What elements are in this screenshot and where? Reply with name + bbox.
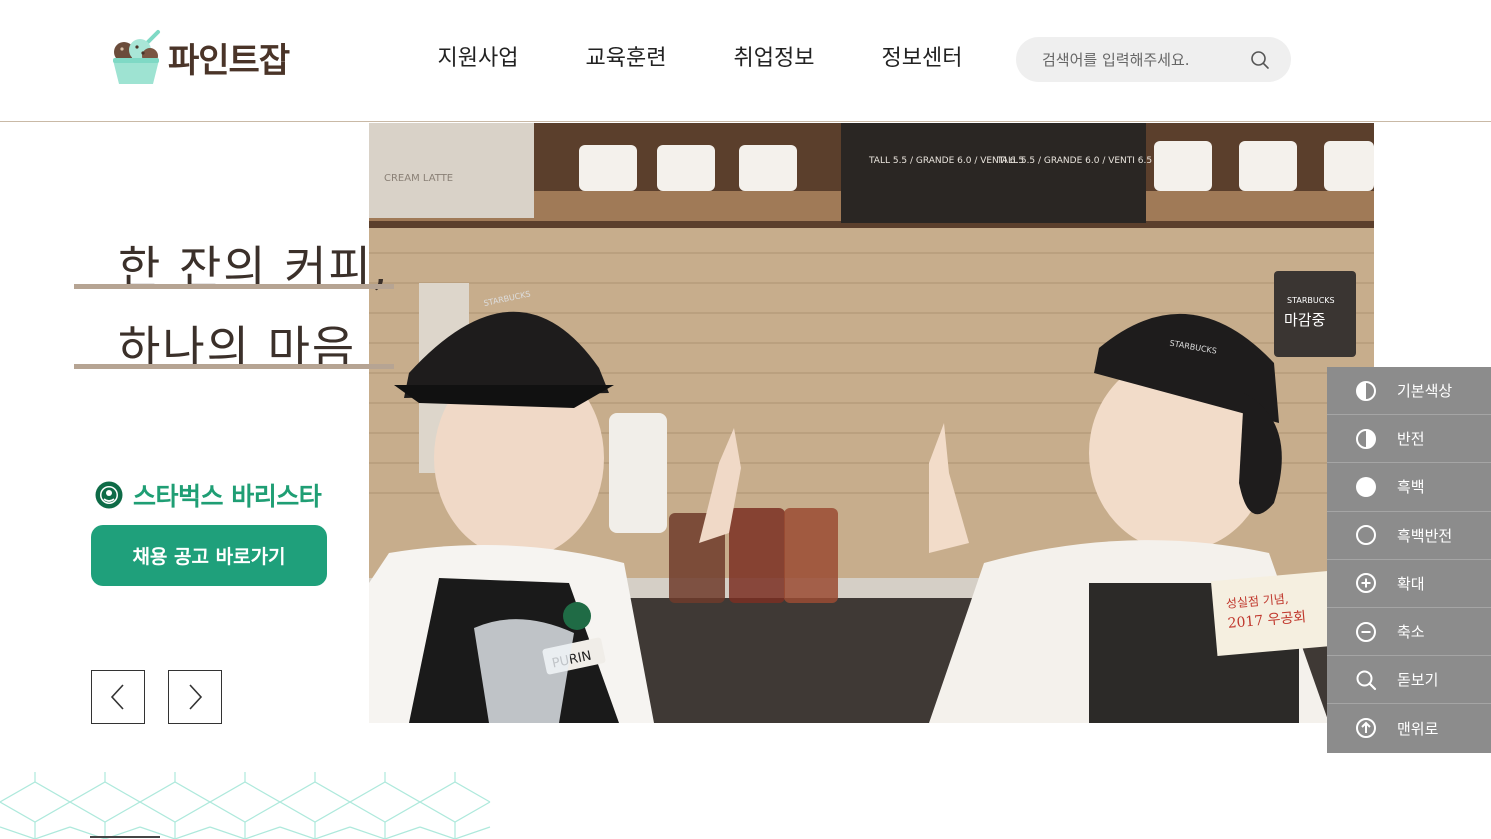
slogan-underline-2	[74, 364, 394, 369]
search-box	[1016, 37, 1291, 82]
menu-corner-text: CREAM LATTE	[384, 173, 453, 184]
a11y-label: 반전	[1397, 430, 1425, 449]
starbucks-logo-icon	[95, 481, 123, 509]
a11y-label: 맨위로	[1397, 719, 1439, 738]
nav-item-info-center[interactable]: 정보센터	[848, 40, 996, 72]
contrast-icon	[1356, 428, 1376, 449]
a11y-grayscale[interactable]: 흑백	[1327, 463, 1491, 512]
search-icon[interactable]	[1249, 49, 1271, 71]
next-slide-button[interactable]	[168, 670, 222, 724]
magnifier-icon	[1356, 670, 1377, 690]
closed-sign-text: 마감중	[1284, 311, 1325, 329]
nav-item-jobs[interactable]: 취업정보	[700, 40, 848, 72]
plus-circle-icon	[1356, 573, 1376, 594]
site-header: 파인트잡 지원사업 교육훈련 취업정보 정보센터	[0, 0, 1491, 122]
board-text-right: TALL 5.5 / GRANDE 6.0 / VENTI 6.5	[996, 156, 1152, 166]
empty-circle-icon	[1356, 525, 1376, 546]
slogan-underline-1	[74, 284, 394, 289]
a11y-label: 축소	[1397, 623, 1425, 642]
brand-label: 스타벅스 바리스타	[95, 477, 322, 513]
a11y-label: 확대	[1397, 574, 1425, 593]
brand-name: 스타벅스 바리스타	[133, 482, 322, 511]
arrow-up-circle-icon	[1356, 718, 1376, 739]
a11y-label: 흑백	[1397, 478, 1425, 497]
half-circle-icon	[1356, 380, 1376, 401]
chevron-right-icon	[189, 684, 203, 710]
a11y-label: 기본색상	[1397, 382, 1453, 401]
a11y-scroll-top[interactable]: 맨위로	[1327, 704, 1491, 752]
a11y-magnifier[interactable]: 돋보기	[1327, 656, 1491, 705]
a11y-zoom-out[interactable]: 축소	[1327, 608, 1491, 657]
filled-circle-icon	[1356, 476, 1376, 497]
hexagon-pattern	[0, 772, 491, 839]
chevron-left-icon	[110, 684, 124, 710]
a11y-label: 흑백반전	[1397, 526, 1453, 545]
barista-photo: CREAM LATTE TALL 5.5 / GRANDE 6.0 / VENT…	[369, 123, 1374, 723]
a11y-label: 돋보기	[1397, 671, 1439, 690]
search-input[interactable]	[1042, 50, 1249, 69]
site-logo[interactable]: 파인트잡	[110, 28, 290, 86]
prev-slide-button[interactable]	[91, 670, 145, 724]
nav-item-support[interactable]: 지원사업	[404, 40, 552, 72]
hero-photo: CREAM LATTE TALL 5.5 / GRANDE 6.0 / VENT…	[369, 123, 1374, 723]
accessibility-panel: 기본색상 반전 흑백 흑백반전 확대 축소 돋보기 맨위로	[1327, 367, 1491, 753]
a11y-invert[interactable]: 반전	[1327, 415, 1491, 464]
minus-circle-icon	[1356, 621, 1376, 642]
main-nav: 지원사업 교육훈련 취업정보 정보센터	[404, 40, 996, 72]
a11y-default-color[interactable]: 기본색상	[1327, 367, 1491, 416]
job-posting-button[interactable]: 채용 공고 바로가기	[91, 525, 327, 586]
section-divider	[90, 836, 160, 838]
a11y-zoom-in[interactable]: 확대	[1327, 560, 1491, 608]
closed-sign-brand: STARBUCKS	[1287, 296, 1335, 305]
ice-cream-cup-icon	[113, 30, 160, 84]
logo-title: 파인트잡	[168, 40, 290, 81]
a11y-grayscale-invert[interactable]: 흑백반전	[1327, 512, 1491, 560]
nav-item-training[interactable]: 교육훈련	[552, 40, 700, 72]
